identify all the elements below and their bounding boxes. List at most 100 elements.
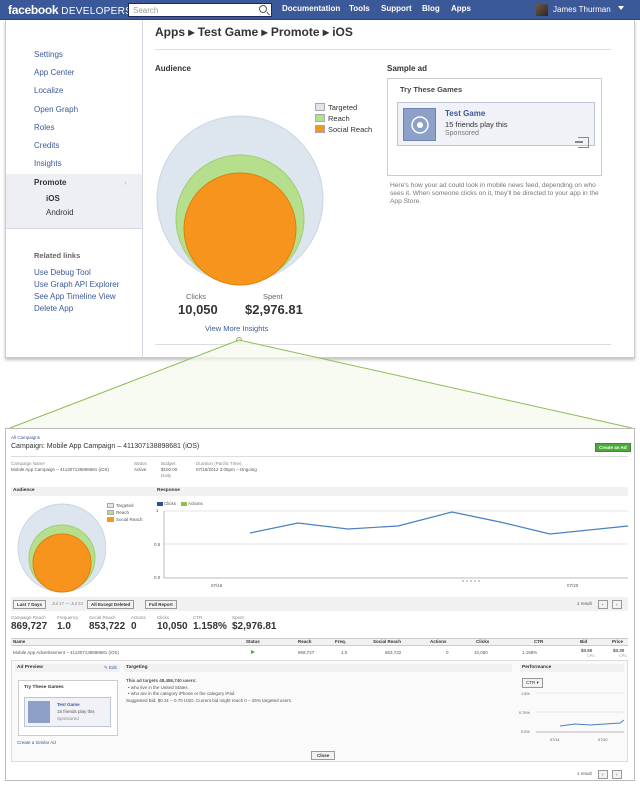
nav-localize[interactable]: Localize (34, 86, 63, 95)
nav-promote-group (6, 174, 142, 228)
results-count-bottom: 1 result (577, 771, 592, 776)
link-delete-app[interactable]: Delete App (34, 304, 73, 313)
nav-tools[interactable]: Tools (349, 4, 370, 13)
y-tick: 1 (156, 508, 159, 513)
col-actions[interactable]: Actions (430, 639, 447, 644)
nav-roles[interactable]: Roles (34, 123, 54, 132)
date-range-select[interactable]: Last 7 Days (13, 600, 47, 609)
col-ctr[interactable]: CTR (534, 639, 543, 644)
close-button[interactable]: Close (311, 751, 336, 760)
account-menu-caret-icon[interactable] (618, 6, 624, 10)
search-icon[interactable] (259, 5, 267, 13)
audience-circles (156, 115, 324, 286)
link-debug-tool[interactable]: Use Debug Tool (34, 268, 91, 277)
perf-y-tick: 0.75% (519, 711, 530, 715)
edit-link[interactable]: ✎ Edit (104, 665, 117, 671)
ctr-select[interactable]: CTR ▾ (522, 678, 543, 688)
all-campaigns-link[interactable]: All Campaigns (11, 435, 40, 440)
ctr-series-line (559, 719, 625, 727)
y-tick: 0.5 (154, 542, 161, 547)
perf-y-tick: 0.0% (521, 730, 530, 734)
cell-ctr: 1.158% (522, 650, 538, 655)
stat-spent: $2,976.81 (232, 621, 277, 632)
col-freq[interactable]: Freq. (335, 639, 346, 644)
ad-preview-heading: Ad Preview (17, 665, 43, 670)
legend-social-reach: Social Reach (328, 125, 373, 134)
arrow-icon (575, 141, 583, 143)
stat-label: CTR (193, 615, 203, 620)
facebook-logo[interactable]: facebook DEVELOPERS (8, 3, 132, 17)
col-status[interactable]: Status (246, 639, 260, 644)
campaign-title: Campaign: Mobile App Campaign – 41130713… (11, 443, 200, 450)
cell-price: $0.30 (613, 648, 625, 653)
next-page-button-bottom[interactable]: › (612, 770, 622, 779)
budget-label: Budget (161, 461, 176, 466)
link-timeline-view[interactable]: See App Timeline View (34, 292, 116, 301)
mini-game-title[interactable]: Test Game (57, 702, 80, 707)
col-clicks[interactable]: Clicks (476, 639, 489, 644)
campaign-name: Mobile App Campaign – 411307138898681 (i… (11, 467, 109, 472)
targeting-bar (124, 664, 512, 672)
nav-documentation[interactable]: Documentation (282, 4, 340, 13)
nav-settings[interactable]: Settings (34, 50, 63, 59)
nav-open-graph[interactable]: Open Graph (34, 105, 78, 114)
status-filter-select[interactable]: All Except Deleted (87, 600, 135, 609)
audience-heading: Audience (155, 64, 192, 73)
nav-blog[interactable]: Blog (422, 4, 440, 13)
legend-reach: Reach (116, 510, 130, 515)
mini-game-icon (28, 701, 50, 723)
status-label: Status (134, 461, 147, 466)
performance-heading: Performance (522, 665, 552, 670)
legend-targeted: Targeted (116, 503, 134, 508)
prev-page-button[interactable]: ‹ (598, 600, 608, 609)
game-friends: 15 friends play this (445, 120, 508, 129)
perf-y-tick: 1.5% (521, 692, 530, 696)
duration-value: 07/16/2012 3:05pm – Ongoing (196, 467, 257, 472)
full-report-button[interactable]: Full Report (145, 600, 177, 609)
nav-apps[interactable]: Apps (451, 4, 471, 13)
nav-android[interactable]: Android (46, 208, 74, 217)
legend-reach: Reach (328, 114, 350, 123)
budget-value: $100.00 (161, 467, 178, 472)
prev-page-button-bottom[interactable]: ‹ (598, 770, 608, 779)
open-app-icon[interactable] (578, 137, 589, 148)
breadcrumb: Apps ▸ Test Game ▸ Promote ▸ iOS (155, 25, 353, 39)
nav-app-center[interactable]: App Center (34, 68, 74, 77)
game-title[interactable]: Test Game (445, 109, 485, 118)
perf-x-tick: 07/20 (598, 738, 608, 742)
cell-actions: 0 (446, 650, 449, 655)
legend-swatch-social (107, 517, 114, 522)
col-social-reach[interactable]: Social Reach (373, 639, 401, 644)
play-status-icon[interactable] (251, 650, 255, 654)
sample-ad-description: Here's how your ad could look in mobile … (390, 182, 599, 206)
duration-label: Duration (Pacific Time) (196, 461, 242, 466)
try-games-heading: Try These Games (400, 85, 463, 94)
clicks-label: Clicks (186, 292, 206, 301)
ad-name[interactable]: Mobile App Advertisement – 4113071388986… (13, 650, 119, 655)
col-price[interactable]: Price (612, 639, 623, 644)
cell-bid[interactable]: $0.50 (581, 648, 592, 653)
campaign-name-label: Campaign Name (11, 461, 45, 466)
nav-ios[interactable]: iOS (46, 194, 60, 203)
nav-credits[interactable]: Credits (34, 141, 59, 150)
col-name[interactable]: Name (13, 639, 25, 644)
user-name[interactable]: James Thurman (553, 5, 611, 14)
next-page-button[interactable]: › (612, 600, 622, 609)
targeting-category: • who are in the category iPhone or the … (128, 691, 235, 696)
avatar[interactable] (536, 4, 548, 16)
stat-label: Social Reach (89, 615, 116, 620)
create-similar-ad-link[interactable]: Create a Similar Ad (17, 740, 56, 745)
link-graph-explorer[interactable]: Use Graph API Explorer (34, 280, 119, 289)
nav-insights[interactable]: Insights (34, 159, 62, 168)
nav-promote[interactable]: Promote (34, 178, 66, 187)
stat-label: Clicks (157, 615, 169, 620)
divider (155, 49, 611, 50)
create-ad-button[interactable]: Create an Ad (595, 443, 631, 452)
search-input[interactable]: Search (128, 3, 272, 17)
legend-swatch-clicks (157, 502, 163, 506)
legend-swatch-reach (315, 114, 325, 122)
mini-game-friends: 15 friends play this (57, 709, 95, 714)
nav-support[interactable]: Support (381, 4, 412, 13)
col-reach[interactable]: Reach (298, 639, 312, 644)
col-bid[interactable]: Bid (580, 639, 587, 644)
